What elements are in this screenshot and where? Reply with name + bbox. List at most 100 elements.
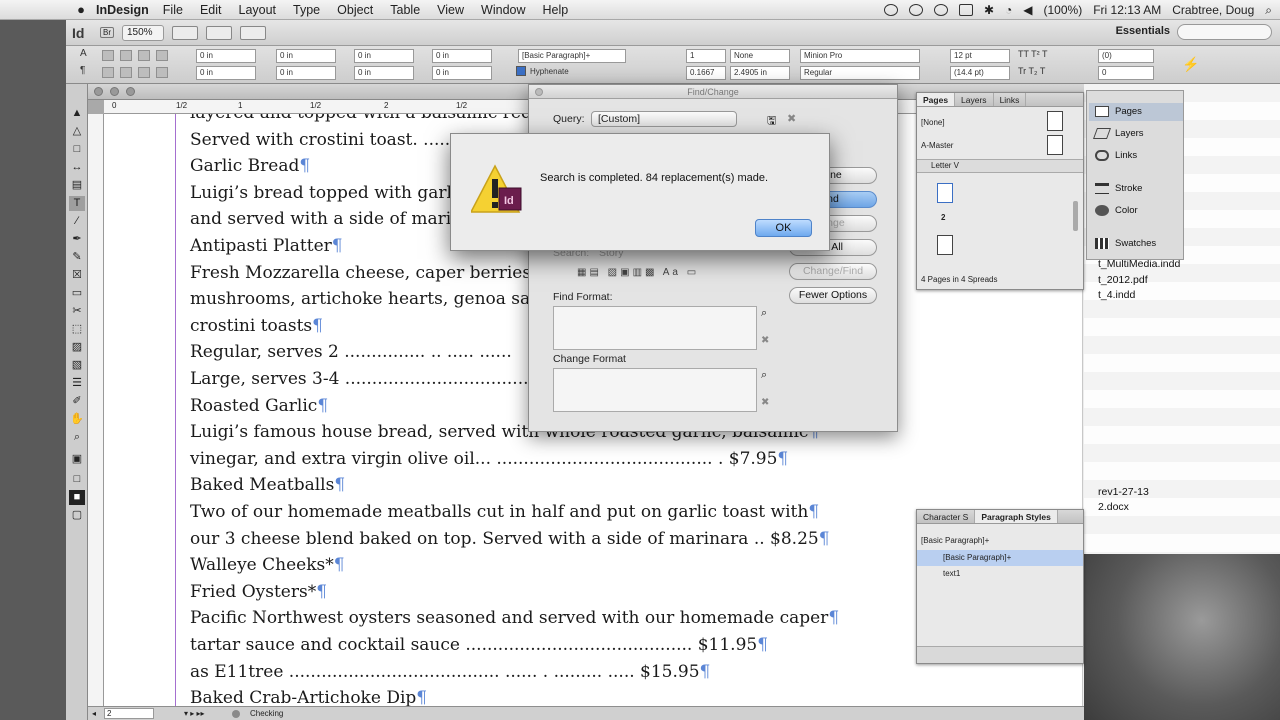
align-right-button[interactable] — [138, 50, 150, 61]
apple-icon[interactable]: ● — [66, 2, 96, 17]
story-line[interactable]: Fried Oysters*¶ — [190, 581, 327, 603]
clear-find-format-icon[interactable]: ✖ — [761, 335, 769, 346]
tab-paragraph-styles[interactable]: Paragraph Styles — [975, 510, 1058, 523]
baseline-field-a[interactable]: 0 in — [432, 49, 492, 63]
pen-tool-icon[interactable]: ✒ — [69, 232, 85, 247]
story-line[interactable]: and served with a side of marin — [190, 208, 462, 230]
change-format-box[interactable] — [553, 368, 757, 412]
justify-all-button[interactable] — [156, 67, 168, 78]
dock-item-stroke[interactable]: Stroke — [1089, 180, 1183, 198]
master-none[interactable]: [None] — [921, 118, 945, 127]
page-size-dropdown[interactable]: Letter V — [931, 161, 959, 170]
gradient-feather-tool-icon[interactable]: ▧ — [69, 358, 85, 373]
battery-status[interactable]: (100%) — [1044, 3, 1083, 17]
style-row-basic-paragraph[interactable]: [Basic Paragraph]+ — [917, 550, 1083, 566]
screen-mode-icon[interactable]: ▢ — [69, 508, 85, 523]
story-line[interactable]: Baked Meatballs¶ — [190, 474, 345, 496]
menu-edit[interactable]: Edit — [200, 3, 222, 17]
first-line-indent-field[interactable]: 0 in — [196, 66, 256, 80]
bluetooth-icon[interactable]: ✱ — [984, 3, 994, 17]
find-format-box[interactable] — [553, 306, 757, 350]
dock-item-links[interactable]: Links — [1089, 147, 1183, 165]
rectangle-frame-tool-icon[interactable]: ☒ — [69, 268, 85, 283]
fill-stroke-icon[interactable]: ▣ — [69, 452, 85, 467]
ok-button[interactable]: OK — [755, 219, 812, 237]
specify-change-format-icon[interactable]: ⌕ — [761, 369, 767, 382]
volume-icon[interactable]: ◀ — [1023, 3, 1032, 17]
menu-table[interactable]: Table — [390, 3, 420, 17]
preflight-status[interactable]: Checking — [250, 707, 283, 720]
tab-links[interactable]: Links — [994, 93, 1027, 106]
hyphenate-checkbox[interactable] — [516, 66, 526, 76]
story-line[interactable]: vinegar, and extra virgin olive oil... .… — [190, 448, 788, 470]
direct-selection-tool-icon[interactable]: △ — [69, 124, 85, 139]
story-line[interactable]: Antipasti Platter¶ — [190, 235, 343, 257]
master-none-thumb[interactable] — [1047, 111, 1063, 131]
app-name-menu[interactable]: InDesign — [96, 3, 149, 17]
drop-cap-lines-field[interactable]: 1 — [686, 49, 726, 63]
story-line[interactable]: Garlic Bread¶ — [190, 155, 310, 177]
dock-item-pages[interactable]: Pages — [1089, 103, 1183, 121]
sync-icon[interactable] — [908, 4, 923, 16]
help-search-input[interactable] — [1177, 24, 1272, 40]
specify-find-format-icon[interactable]: ⌕ — [761, 307, 767, 320]
tracking-field[interactable]: (0) — [1098, 49, 1154, 63]
clear-change-format-icon[interactable]: ✖ — [761, 397, 769, 408]
master-a-thumb[interactable] — [1047, 135, 1063, 155]
tab-character-styles[interactable]: Character S — [917, 510, 976, 523]
first-page-icon[interactable]: ◂ — [92, 707, 96, 720]
last-line-indent-field[interactable]: 0 in — [276, 66, 336, 80]
pencil-tool-icon[interactable]: ✎ — [69, 250, 85, 265]
menu-help[interactable]: Help — [543, 3, 569, 17]
story-line[interactable]: Fresh Mozzarella cheese, caper berries, … — [190, 262, 550, 284]
zoom-window-button[interactable] — [126, 87, 135, 96]
type-tool-icon[interactable]: T — [69, 196, 85, 211]
delete-query-icon[interactable]: ✖ — [787, 112, 796, 125]
change-find-button[interactable]: Change/Find — [789, 263, 877, 280]
fewer-options-button[interactable]: Fewer Options — [789, 287, 877, 304]
zoom-level-field[interactable]: 150% — [122, 24, 164, 41]
eyedropper-tool-icon[interactable]: ✐ — [69, 394, 85, 409]
spotlight-icon[interactable]: ⌕ — [1265, 3, 1272, 18]
rectangle-tool-icon[interactable]: ▭ — [69, 286, 85, 301]
justify-left-button[interactable] — [102, 67, 114, 78]
align-left-button[interactable] — [102, 50, 114, 61]
selection-tool-icon[interactable]: ▲ — [69, 106, 85, 121]
story-line[interactable]: as E11tree .............................… — [190, 661, 710, 683]
vertical-ruler[interactable] — [88, 114, 104, 706]
align-towards-spine-button[interactable] — [156, 50, 168, 61]
master-a[interactable]: A-Master — [921, 141, 953, 150]
file-item[interactable]: t_4.indd — [1098, 289, 1135, 301]
story-line[interactable]: Two of our homemade meatballs cut in hal… — [190, 501, 819, 523]
menu-file[interactable]: File — [163, 3, 183, 17]
dock-item-layers[interactable]: Layers — [1089, 125, 1183, 143]
dialog-close-button[interactable] — [535, 88, 543, 96]
view-options-button[interactable] — [172, 25, 198, 40]
shading-dropdown[interactable]: None — [730, 49, 790, 63]
story-line[interactable]: tartar sauce and cocktail sauce ........… — [190, 634, 768, 656]
arrange-documents-button[interactable] — [240, 25, 266, 40]
page-3-thumb[interactable] — [937, 235, 953, 255]
story-line[interactable]: Baked Crab-Artichoke Dip¶ — [190, 687, 427, 706]
menu-window[interactable]: Window — [481, 3, 525, 17]
file-item[interactable]: rev1-27-13 — [1098, 486, 1149, 498]
space-before-field[interactable]: 0 in — [354, 49, 414, 63]
font-family-dropdown[interactable]: Minion Pro — [800, 49, 920, 63]
minimize-window-button[interactable] — [110, 87, 119, 96]
lightning-icon[interactable]: ⚡ — [1182, 56, 1199, 73]
apply-color-icon[interactable]: ■ — [69, 490, 85, 505]
menu-layout[interactable]: Layout — [239, 3, 277, 17]
column-width-field[interactable]: 2.4905 in — [730, 66, 790, 80]
dock-item-color[interactable]: Color — [1089, 202, 1183, 220]
story-line[interactable]: Walleye Cheeks*¶ — [190, 554, 345, 576]
gap-tool-icon[interactable]: ↔ — [69, 160, 85, 175]
small-caps-button[interactable]: Tr T₂ T — [1018, 66, 1045, 76]
page-1-thumb[interactable] — [937, 183, 953, 203]
all-caps-button[interactable]: TT T² T — [1018, 49, 1048, 59]
style-row-text1[interactable]: text1 — [917, 566, 1083, 582]
note-tool-icon[interactable]: ☰ — [69, 376, 85, 391]
timer-icon[interactable] — [933, 4, 948, 16]
story-line[interactable]: our 3 cheese blend baked on top. Served … — [190, 528, 830, 550]
leading-field[interactable]: (14.4 pt) — [950, 66, 1010, 80]
right-indent-field[interactable]: 0 in — [276, 49, 336, 63]
